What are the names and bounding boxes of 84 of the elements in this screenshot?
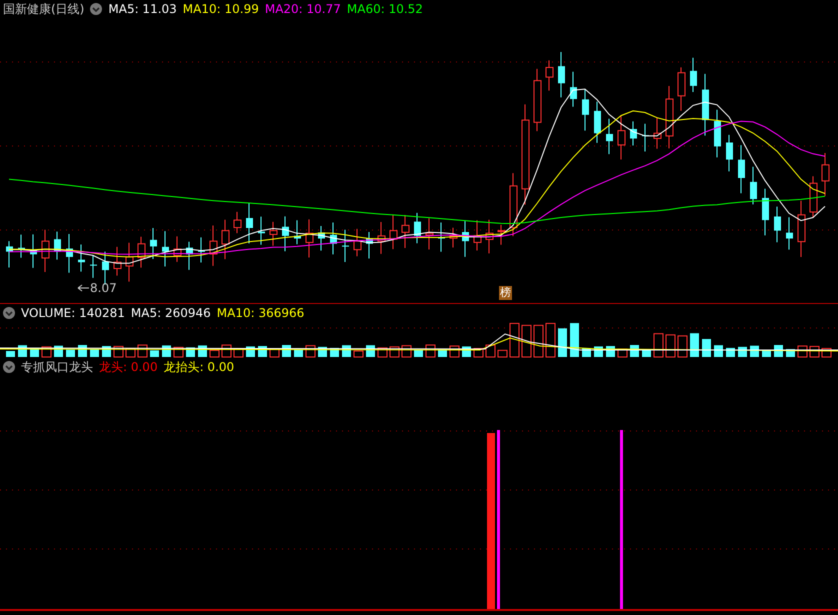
candlestick (738, 144, 745, 194)
dropdown-icon[interactable] (3, 307, 15, 319)
candlestick (282, 216, 289, 252)
candlestick (762, 188, 769, 236)
candlestick (318, 226, 325, 252)
candlestick (162, 230, 169, 267)
candlestick (618, 116, 626, 160)
indicator-value: 龙头: 0.00 (99, 358, 158, 376)
candlestick (666, 85, 674, 149)
candlestick (570, 71, 577, 108)
dropdown-icon[interactable] (90, 3, 102, 15)
candlestick (234, 211, 242, 234)
candlestick (498, 224, 506, 246)
candlestick (114, 246, 122, 276)
candlestick (534, 68, 542, 132)
candlestick (258, 216, 265, 246)
candlestick (594, 101, 601, 144)
candlestick (810, 176, 818, 218)
candlestick (714, 109, 721, 158)
candlestick (690, 57, 697, 93)
candlestick (138, 236, 146, 268)
candlestick (798, 200, 806, 258)
candlestick (42, 229, 50, 273)
candlestick (558, 51, 565, 98)
dropdown-icon[interactable] (3, 361, 15, 373)
indicator-value: MA10: 366966 (216, 306, 304, 320)
indicator-value: MA20: 10.77 (264, 2, 341, 16)
candlestick (90, 254, 97, 278)
candlestick (786, 216, 793, 250)
candlestick (426, 218, 434, 250)
candlestick (414, 212, 421, 244)
candlestick (6, 240, 13, 268)
candlestick (678, 66, 686, 112)
candlestick (306, 218, 314, 258)
candlestick (30, 234, 37, 268)
indicator-value: MA10: 10.99 (182, 2, 259, 16)
candlestick (630, 120, 637, 146)
candlestick (438, 222, 445, 252)
candlestick (78, 244, 85, 272)
candlestick (390, 214, 398, 250)
candlestick (222, 219, 230, 260)
indicator-value: MA60: 10.52 (346, 2, 423, 16)
indicator-value: 龙抬头: 0.00 (164, 358, 234, 376)
candlestick (18, 234, 25, 258)
candlestick (642, 123, 649, 152)
candlestick (210, 225, 218, 266)
candlestick (54, 231, 61, 260)
candlestick (450, 227, 458, 248)
candlestick (546, 60, 554, 92)
stock-title: 国新健康(日线) (3, 0, 84, 18)
indicator-value: MA5: 260946 (130, 306, 211, 320)
candlestick (462, 220, 469, 258)
candlestick (174, 236, 182, 262)
candlestick (474, 220, 482, 252)
candlestick (294, 220, 301, 245)
volume-label: VOLUME: 140281 (21, 306, 125, 320)
candlestick (378, 222, 386, 254)
candlestick (654, 117, 662, 150)
indicator-value: MA5: 11.03 (108, 2, 177, 16)
low-price-label: 8.07 (90, 281, 117, 295)
indicator-name: 专抓风口龙头 (21, 358, 93, 376)
candlestick (246, 202, 253, 244)
candlestick (402, 214, 410, 249)
candlestick (774, 206, 781, 243)
candlestick (702, 73, 709, 136)
candlestick (270, 221, 278, 246)
candlestick (126, 242, 134, 282)
candlestick (330, 222, 337, 255)
candlestick (198, 236, 205, 263)
candlestick (150, 228, 157, 260)
candlestick (822, 152, 830, 196)
arrow-icon (78, 284, 90, 292)
rank-badge[interactable]: 榜 (499, 286, 512, 300)
candlestick (726, 134, 733, 172)
candlestick (486, 219, 494, 254)
candlestick (186, 241, 193, 270)
candlestick (510, 172, 518, 237)
candlestick (66, 234, 73, 274)
candlestick (354, 228, 362, 257)
candlestick (366, 232, 373, 260)
candlestick (342, 229, 349, 262)
candlestick (582, 89, 589, 132)
candlestick (750, 166, 757, 205)
candlestick (606, 118, 613, 155)
